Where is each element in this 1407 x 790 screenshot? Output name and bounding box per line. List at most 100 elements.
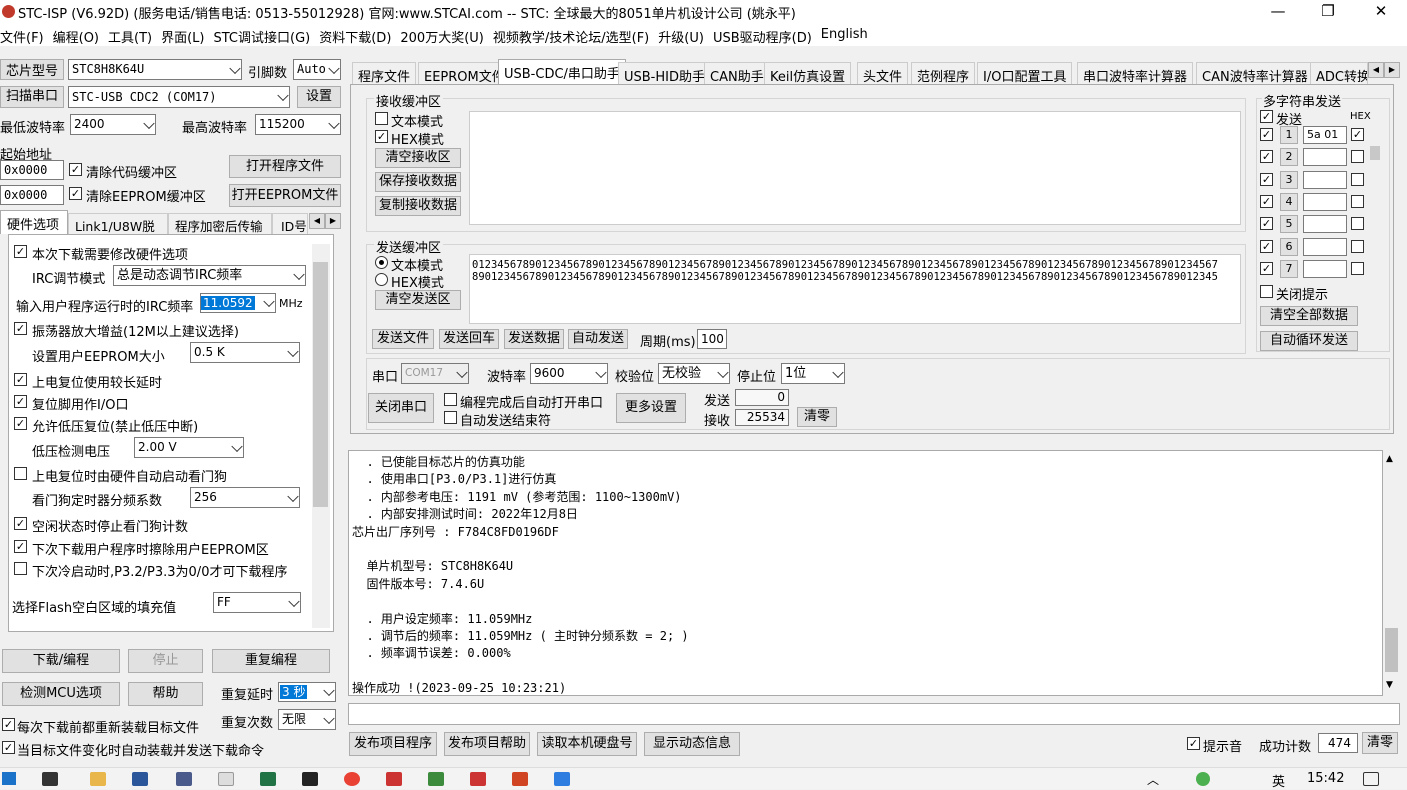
auto-send-button[interactable]: 自动发送 (568, 329, 628, 349)
clear-counts-button[interactable]: 清零 (797, 407, 837, 427)
tab-keil[interactable]: Keil仿真设置 (764, 62, 852, 85)
multi-row-hex-checkbox[interactable] (1351, 217, 1364, 231)
menu-video[interactable]: 视频教学/技术论坛/选型(F) (493, 24, 658, 46)
send-data-button[interactable]: 发送数据 (504, 329, 564, 349)
multi-row-number[interactable]: 5 (1280, 215, 1298, 234)
multi-row-number[interactable]: 2 (1280, 148, 1298, 167)
recv-hex-mode-checkbox[interactable]: ✓ (375, 130, 388, 143)
multi-row-input[interactable] (1303, 259, 1347, 278)
menu-download[interactable]: 资料下载(D) (319, 24, 400, 46)
tab-usb-cdc[interactable]: USB-CDC/串口助手 (498, 59, 626, 85)
multi-row-checkbox[interactable]: ✓ (1260, 194, 1273, 208)
autoload-checkbox[interactable]: ✓ (2, 741, 15, 754)
receive-textarea[interactable] (469, 111, 1241, 225)
tab-can-baud[interactable]: CAN波特率计算器 (1196, 62, 1314, 85)
multi-row-input[interactable] (1303, 170, 1347, 189)
more-settings-button[interactable]: 更多设置 (616, 393, 686, 423)
irc-mode-select[interactable]: 总是动态调节IRC频率 (113, 265, 306, 286)
tab-usb-hid[interactable]: USB-HID助手 (618, 62, 711, 85)
menu-english[interactable]: English (821, 24, 877, 46)
max-baud-select[interactable]: 115200 (255, 114, 341, 135)
file-explorer-icon[interactable] (90, 772, 106, 786)
menu-file[interactable]: 文件(F) (0, 24, 53, 46)
settings-button[interactable]: 设置 (297, 86, 341, 108)
chrome-icon[interactable] (344, 772, 360, 786)
auto-open-checkbox[interactable] (444, 393, 457, 406)
read-disk-button[interactable]: 读取本机硬盘号 (537, 732, 637, 756)
long-delay-checkbox[interactable]: ✓ (14, 373, 27, 386)
pin-count-select[interactable]: Auto (293, 59, 341, 80)
tray-chevron-icon[interactable]: ︿ (1147, 771, 1159, 788)
low-voltage-checkbox[interactable]: ✓ (14, 417, 27, 430)
tab-examples[interactable]: 范例程序 (911, 62, 976, 85)
baud-rate-select[interactable]: 9600 (530, 363, 608, 384)
log-scrollbar[interactable]: ▲ ▼ (1383, 450, 1400, 696)
log-scroll-up-icon[interactable]: ▲ (1386, 454, 1393, 464)
tab-id[interactable]: ID号 (272, 213, 308, 234)
multi-row-hex-checkbox[interactable] (1351, 239, 1364, 253)
multi-row-hex-checkbox[interactable]: ✓ (1351, 128, 1364, 141)
menu-usb-driver[interactable]: USB驱动程序(D) (713, 24, 821, 46)
close-hint-checkbox[interactable] (1260, 285, 1273, 298)
tab-scroll-left-icon[interactable]: ◀ (309, 213, 325, 229)
menu-program[interactable]: 编程(O) (53, 24, 108, 46)
send-file-button[interactable]: 发送文件 (372, 329, 434, 349)
open-eeprom-file-button[interactable]: 打开EEPROM文件 (229, 184, 341, 207)
copy-receive-button[interactable]: 复制接收数据 (375, 196, 461, 216)
main-tab-left-icon[interactable]: ◀ (1368, 62, 1384, 78)
log-output[interactable]: . 已使能目标芯片的仿真功能 . 使用串口[P3.0/P3.1]进行仿真 . 内… (348, 450, 1383, 696)
clear-all-button[interactable]: 清空全部数据 (1260, 306, 1358, 326)
reload-checkbox[interactable]: ✓ (2, 718, 15, 731)
app-taskbar-icon[interactable] (42, 772, 58, 786)
multi-row-checkbox[interactable]: ✓ (1260, 217, 1273, 231)
ime-indicator[interactable]: 英 (1272, 771, 1285, 790)
stop-button[interactable]: 停止 (128, 649, 203, 673)
publish-project-button[interactable]: 发布项目程序 (349, 732, 437, 756)
clear-receive-button[interactable]: 清空接收区 (375, 148, 461, 168)
document-icon[interactable] (176, 772, 192, 786)
terminal-icon[interactable] (302, 772, 318, 786)
multi-send-all-checkbox[interactable]: ✓ (1260, 110, 1273, 123)
fill-value-select[interactable]: FF (213, 592, 301, 613)
tab-link1[interactable]: Link1/U8W脱机 (68, 213, 168, 253)
tab-io-config[interactable]: I/O口配置工具 (977, 62, 1073, 85)
repeat-delay-select[interactable]: 3 秒 (278, 682, 336, 702)
code-address-input[interactable]: 0x0000 (0, 160, 64, 180)
main-tab-right-icon[interactable]: ▶ (1384, 62, 1400, 78)
send-text-mode-radio[interactable] (375, 256, 388, 269)
chip-model-button[interactable]: 芯片型号 (0, 59, 64, 80)
stc-isp-icon[interactable] (386, 772, 402, 786)
show-dynamic-button[interactable]: 显示动态信息 (644, 732, 740, 756)
keil-icon[interactable] (428, 772, 444, 786)
powerpoint-icon[interactable] (512, 772, 528, 786)
multi-row-checkbox[interactable]: ✓ (1260, 172, 1273, 186)
multi-row-hex-checkbox[interactable] (1351, 172, 1364, 186)
help-button[interactable]: 帮助 (128, 682, 203, 706)
detect-mcu-button[interactable]: 检测MCU选项 (2, 682, 120, 706)
multi-row-number[interactable]: 1 (1280, 126, 1298, 144)
multi-row-hex-checkbox[interactable] (1351, 150, 1364, 164)
multi-row-input[interactable] (1303, 148, 1347, 167)
windows-start-icon[interactable] (2, 772, 16, 785)
beep-checkbox[interactable]: ✓ (1187, 737, 1200, 750)
idle-wdt-checkbox[interactable]: ✓ (14, 517, 27, 530)
send-return-button[interactable]: 发送回车 (439, 329, 499, 349)
multi-row-number[interactable]: 6 (1280, 237, 1298, 256)
serial-port-select[interactable]: COM17 (401, 363, 469, 384)
auto-end-checkbox[interactable] (444, 411, 457, 424)
multi-row-checkbox[interactable]: ✓ (1260, 261, 1273, 275)
log-scroll-down-icon[interactable]: ▼ (1386, 680, 1393, 690)
word-icon[interactable] (132, 772, 148, 786)
erase-eeprom-checkbox[interactable]: ✓ (14, 540, 27, 553)
clear-code-checkbox[interactable]: ✓ (69, 163, 82, 176)
multi-row-number[interactable]: 7 (1280, 259, 1298, 278)
min-baud-select[interactable]: 2400 (70, 114, 156, 135)
stop-bits-select[interactable]: 1位 (781, 363, 845, 384)
tray-app-icon[interactable] (1196, 772, 1210, 786)
reset-io-checkbox[interactable]: ✓ (14, 395, 27, 408)
tab-scroll-right-icon[interactable]: ▶ (325, 213, 341, 229)
recv-text-mode-checkbox[interactable] (375, 112, 388, 125)
cold-start-checkbox[interactable] (14, 562, 27, 575)
repeat-program-button[interactable]: 重复编程 (212, 649, 330, 673)
tab-program-file[interactable]: 程序文件 (352, 62, 417, 85)
